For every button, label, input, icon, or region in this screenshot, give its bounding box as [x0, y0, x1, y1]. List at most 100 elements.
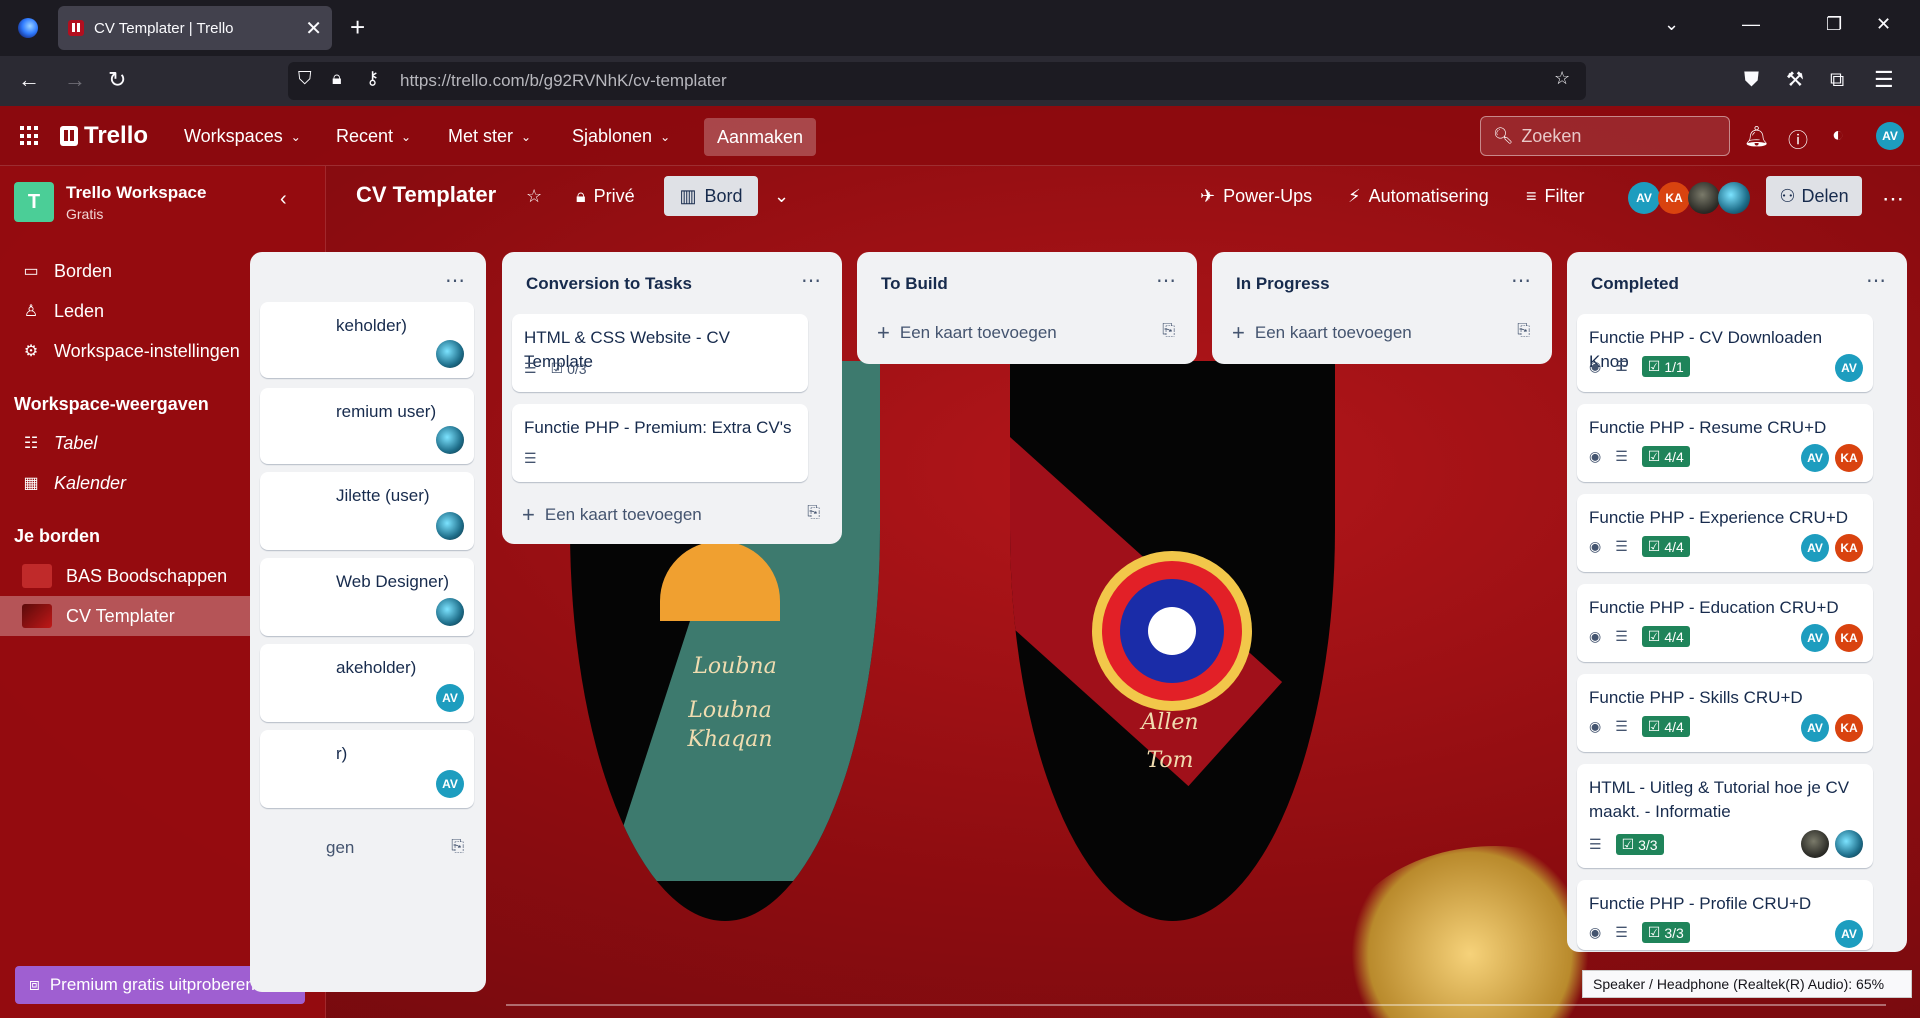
- back-icon[interactable]: ←: [18, 68, 40, 92]
- close-window-icon[interactable]: ✕: [1876, 14, 1891, 35]
- card-member-avatar[interactable]: KA: [1835, 624, 1863, 652]
- member-avatar[interactable]: [1688, 182, 1720, 214]
- card-template-icon[interactable]: ⎘: [1162, 322, 1175, 340]
- views-dropdown-icon[interactable]: ⌄: [774, 186, 789, 207]
- help-icon[interactable]: ⓘ: [1788, 124, 1808, 153]
- card-member-avatar[interactable]: [1835, 830, 1863, 858]
- workspace-header[interactable]: T Trello Workspace Gratis: [14, 182, 206, 222]
- list-card[interactable]: remium user): [260, 388, 474, 464]
- card-member-avatar[interactable]: KA: [1835, 714, 1863, 742]
- board-view-button[interactable]: ▥ Bord: [664, 176, 758, 216]
- list-card[interactable]: akeholder) AV: [260, 644, 474, 722]
- lock-icon[interactable]: 🔒︎: [332, 68, 342, 89]
- card-member-avatar[interactable]: AV: [1801, 534, 1829, 562]
- list-card[interactable]: Functie PHP - Profile CRU+D ◉ ☰ ☑ 3/3 AV: [1577, 880, 1873, 950]
- minimize-icon[interactable]: —: [1742, 14, 1760, 35]
- automation-button[interactable]: ⚡︎ Automatisering: [1348, 186, 1489, 207]
- url-text[interactable]: https://trello.com/b/g92RVNhK/cv-templat…: [400, 71, 727, 91]
- card-member-avatar[interactable]: [436, 426, 464, 454]
- list-menu-icon[interactable]: ⋯: [801, 268, 822, 293]
- card-member-avatar[interactable]: KA: [1835, 444, 1863, 472]
- card-member-avatar[interactable]: AV: [436, 770, 464, 798]
- card-member-avatar[interactable]: AV: [1801, 624, 1829, 652]
- trello-logo[interactable]: Trello: [60, 122, 148, 150]
- card-member-avatar[interactable]: AV: [1835, 920, 1863, 948]
- card-member-avatar[interactable]: [436, 340, 464, 368]
- list-title[interactable]: Completed: [1591, 274, 1679, 294]
- list-title[interactable]: In Progress: [1236, 274, 1330, 294]
- share-button[interactable]: ⚇ Delen: [1766, 176, 1862, 216]
- member-avatar[interactable]: AV: [1628, 182, 1660, 214]
- theme-icon[interactable]: ◐: [1832, 124, 1844, 147]
- add-card-button[interactable]: gen: [326, 838, 354, 858]
- card-member-avatar[interactable]: [436, 512, 464, 540]
- horizontal-scrollbar[interactable]: [506, 1004, 1886, 1006]
- bookmark-star-icon[interactable]: ☆: [1554, 68, 1570, 89]
- card-member-avatar[interactable]: AV: [1801, 444, 1829, 472]
- search-input[interactable]: [1521, 125, 1712, 147]
- visibility-button[interactable]: 🔒︎ Privé: [576, 186, 635, 207]
- reload-icon[interactable]: ↻: [108, 68, 126, 92]
- menu-starred[interactable]: Met ster ⌄: [448, 126, 531, 147]
- list-card[interactable]: keholder): [260, 302, 474, 378]
- list-card[interactable]: Functie PHP - Education CRU+D ◉ ☰ ☑ 4/4 AV K…: [1577, 584, 1873, 662]
- add-card-button[interactable]: + Een kaart toevoegen: [1232, 320, 1412, 346]
- list-card[interactable]: Web Designer): [260, 558, 474, 636]
- list-menu-icon[interactable]: ⋯: [1511, 268, 1532, 293]
- close-tab-icon[interactable]: ✕: [305, 16, 322, 41]
- board-title[interactable]: CV Templater: [356, 182, 496, 208]
- permissions-icon[interactable]: ⚷: [366, 68, 379, 89]
- list-card[interactable]: HTML & CSS Website - CV Template ☰ ☑ 0/3: [512, 314, 808, 392]
- list-card[interactable]: Functie PHP - Experience CRU+D ◉ ☰ ☑ 4/4 AV…: [1577, 494, 1873, 572]
- star-icon[interactable]: ☆: [526, 186, 542, 207]
- menu-workspaces[interactable]: Workspaces ⌄: [184, 126, 301, 147]
- list-card[interactable]: Functie PHP - Premium: Extra CV's ☰: [512, 404, 808, 482]
- list-card[interactable]: HTML - Uitleg & Tutorial hoe je CV maakt…: [1577, 764, 1873, 868]
- pocket-icon[interactable]: ⛊: [1744, 68, 1759, 92]
- card-template-icon[interactable]: ⎘: [807, 504, 820, 522]
- list-card[interactable]: Functie PHP - Resume CRU+D ◉ ☰ ☑ 4/4 AV KA: [1577, 404, 1873, 482]
- card-member-avatar[interactable]: AV: [1835, 354, 1863, 382]
- url-bar[interactable]: ⛉ 🔒︎ ⚷ https://trello.com/b/g92RVNhK/cv-…: [288, 62, 1586, 100]
- menu-templates[interactable]: Sjablonen ⌄: [572, 126, 670, 147]
- card-member-avatar[interactable]: AV: [1801, 714, 1829, 742]
- list-card[interactable]: Functie PHP - Skills CRU+D ◉ ☰ ☑ 4/4 AV KA: [1577, 674, 1873, 752]
- list-card[interactable]: Functie PHP - CV Downloaden Knop ◉ ☰ ☑ 1/1 …: [1577, 314, 1873, 392]
- card-member-avatar[interactable]: KA: [1835, 534, 1863, 562]
- card-template-icon[interactable]: ⎘: [451, 838, 464, 856]
- restore-icon[interactable]: ❐: [1826, 14, 1842, 35]
- card-member-avatar[interactable]: AV: [436, 684, 464, 712]
- list-menu-icon[interactable]: ⋯: [1156, 268, 1177, 293]
- menu-icon[interactable]: ☰: [1874, 68, 1894, 92]
- notifications-icon[interactable]: 🔔︎: [1744, 124, 1769, 149]
- more-options-icon[interactable]: ⋯: [1882, 186, 1904, 212]
- add-card-button[interactable]: + Een kaart toevoegen: [522, 502, 702, 528]
- add-card-button[interactable]: + Een kaart toevoegen: [877, 320, 1057, 346]
- shield-icon[interactable]: ⛉: [298, 68, 312, 89]
- app-switcher-icon[interactable]: [20, 126, 40, 146]
- member-avatar[interactable]: [1718, 182, 1750, 214]
- card-template-icon[interactable]: ⎘: [1517, 322, 1530, 340]
- browser-tab[interactable]: CV Templater | Trello ✕: [58, 6, 332, 50]
- member-avatar[interactable]: KA: [1658, 182, 1690, 214]
- menu-recent[interactable]: Recent ⌄: [336, 126, 411, 147]
- forward-icon[interactable]: →: [64, 68, 86, 92]
- list-menu-icon[interactable]: ⋯: [1866, 268, 1887, 293]
- card-member-avatar[interactable]: [1801, 830, 1829, 858]
- list-tabs-icon[interactable]: ⌄: [1664, 14, 1679, 35]
- collapse-sidebar-icon[interactable]: ‹: [280, 188, 287, 211]
- list-card[interactable]: Jilette (user): [260, 472, 474, 550]
- create-button[interactable]: Aanmaken: [704, 118, 816, 156]
- search-box[interactable]: 🔍︎: [1480, 116, 1730, 156]
- list-title[interactable]: To Build: [881, 274, 948, 294]
- user-avatar[interactable]: AV: [1876, 122, 1904, 150]
- list-title[interactable]: Conversion to Tasks: [526, 274, 692, 294]
- powerups-button[interactable]: ✈ Power-Ups: [1200, 186, 1312, 207]
- new-tab-icon[interactable]: +: [350, 12, 365, 43]
- list-menu-icon[interactable]: ⋯: [445, 268, 466, 293]
- tools-icon[interactable]: ⚒: [1786, 68, 1804, 92]
- firefox-icon[interactable]: [0, 0, 56, 56]
- extensions-icon[interactable]: ⧉: [1830, 68, 1844, 92]
- list-card[interactable]: r) AV: [260, 730, 474, 808]
- card-member-avatar[interactable]: [436, 598, 464, 626]
